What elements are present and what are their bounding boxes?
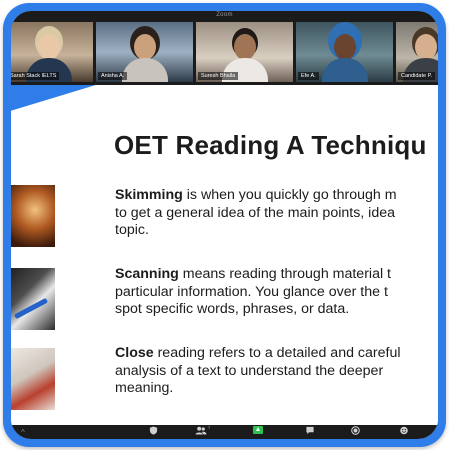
paragraph-line: meaning. bbox=[115, 380, 174, 396]
reactions-button[interactable] bbox=[399, 426, 409, 435]
record-button[interactable] bbox=[351, 426, 360, 435]
security-button[interactable] bbox=[149, 426, 158, 435]
scanning-paragraph: Scanning means reading through material … bbox=[115, 266, 391, 319]
share-screen-icon bbox=[253, 426, 263, 434]
open-book-image bbox=[11, 185, 55, 247]
paragraph-text: reading refers to a detailed and careful bbox=[153, 345, 401, 361]
participant-video bbox=[233, 34, 256, 60]
paragraph-line: analysis of a text to understand the dee… bbox=[115, 362, 384, 379]
pen-on-paper-image bbox=[11, 268, 55, 330]
participant-video bbox=[38, 34, 60, 60]
participant-body bbox=[321, 58, 368, 82]
participant-video bbox=[133, 34, 156, 60]
participant-name: Anisha A. bbox=[98, 72, 128, 80]
participant-name: Suresh Bhalla bbox=[198, 72, 239, 80]
participant-body bbox=[121, 58, 168, 82]
participant-name: Sarah Stack IELTS bbox=[11, 72, 60, 80]
reactions-icon bbox=[400, 426, 408, 435]
participant-name: Efe A. bbox=[298, 72, 319, 80]
chat-button[interactable] bbox=[305, 426, 315, 435]
meeting-window-title: Zoom bbox=[216, 12, 233, 18]
participant-name: Candidate P. bbox=[398, 72, 436, 80]
record-icon bbox=[351, 426, 360, 435]
device-frame: Zoom Sarah Stack IELTS Anisha A. Suresh … bbox=[3, 3, 446, 447]
participant-tile[interactable]: Anisha A. bbox=[96, 22, 193, 82]
paragraph-text: means reading through material t bbox=[178, 266, 391, 282]
paragraph-text: is when you quickly go through m bbox=[182, 187, 397, 203]
chevron-up-icon[interactable]: ^ bbox=[21, 428, 25, 437]
pen-shape bbox=[13, 297, 49, 320]
participant-tile[interactable]: Sarah Stack IELTS bbox=[11, 22, 93, 82]
paragraph-line: topic. bbox=[115, 222, 149, 238]
chat-icon bbox=[306, 426, 314, 435]
participants-icon bbox=[195, 426, 207, 435]
paragraph-line: spot specific words, phrases, or data. bbox=[115, 301, 350, 317]
highlighted-document-image bbox=[11, 348, 55, 410]
paragraph-line: Skimming is when you quickly go through … bbox=[115, 187, 397, 205]
meeting-toolbar: ^ 7 bbox=[11, 425, 438, 439]
paragraph-term: Scanning bbox=[115, 266, 179, 282]
meeting-screen: Zoom Sarah Stack IELTS Anisha A. Suresh … bbox=[11, 11, 438, 439]
skimming-paragraph: Skimming is when you quickly go through … bbox=[115, 187, 397, 240]
paragraph-line: Close reading refers to a detailed and c… bbox=[115, 345, 401, 363]
paragraph-term: Skimming bbox=[115, 187, 183, 203]
share-screen-button[interactable] bbox=[253, 426, 263, 434]
video-gallery-strip: Zoom Sarah Stack IELTS Anisha A. Suresh … bbox=[11, 11, 438, 85]
participant-count: 7 bbox=[208, 425, 211, 430]
participant-tile[interactable]: Candidate P. bbox=[396, 22, 438, 82]
paragraph-line: Scanning means reading through material … bbox=[115, 266, 391, 284]
participants-button[interactable]: 7 bbox=[195, 425, 211, 435]
close-reading-paragraph: Close reading refers to a detailed and c… bbox=[115, 345, 401, 398]
paragraph-line: to get a general idea of the main points… bbox=[115, 204, 396, 221]
paragraph-line: particular information. You glance over … bbox=[115, 283, 388, 300]
participant-tile[interactable]: Efe A. bbox=[296, 22, 393, 82]
shared-slide: OET Reading A Techniqu Skimming is when … bbox=[11, 85, 438, 425]
participant-video bbox=[333, 34, 356, 60]
slide-title: OET Reading A Techniqu bbox=[114, 130, 427, 160]
participant-video bbox=[415, 34, 437, 60]
paragraph-term: Close bbox=[115, 345, 154, 361]
participant-tile[interactable]: Suresh Bhalla bbox=[196, 22, 293, 82]
slide-accent-shape bbox=[11, 85, 99, 112]
security-shield-icon bbox=[149, 426, 158, 435]
